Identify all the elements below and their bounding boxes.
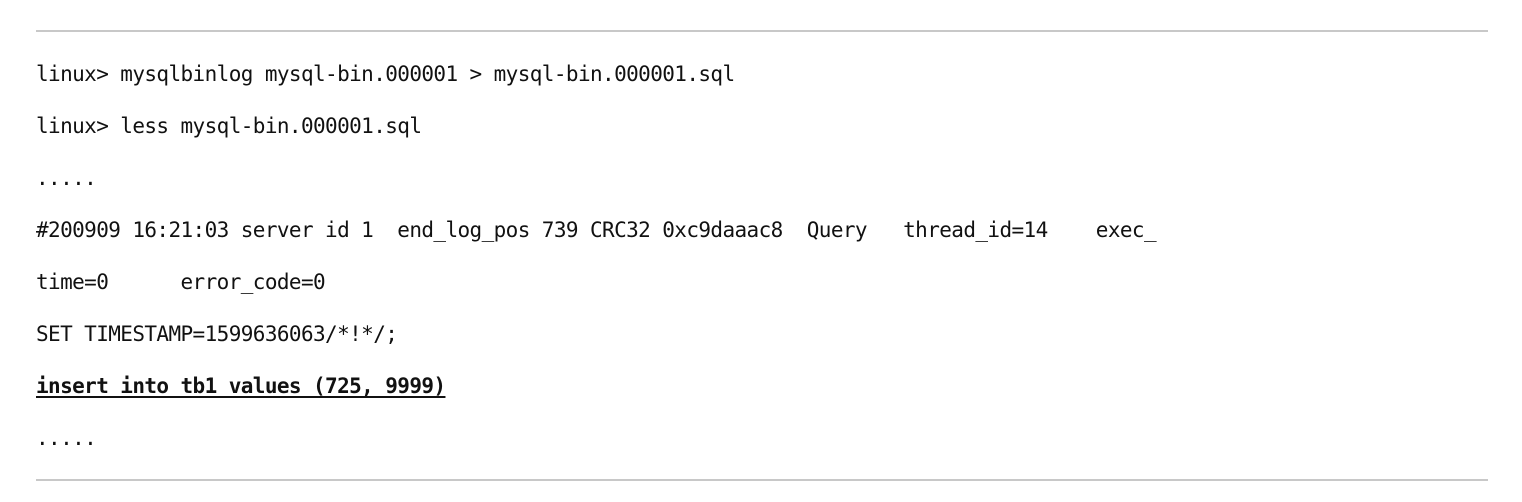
set-timestamp-statement: SET TIMESTAMP=1599636063/*!*/; (36, 322, 398, 346)
command-line-mysqlbinlog: linux> mysqlbinlog mysql-bin.000001 > my… (36, 62, 735, 86)
binlog-event-header-continued: time=0 error_code=0 (36, 270, 326, 294)
terminal-output: linux> mysqlbinlog mysql-bin.000001 > my… (36, 48, 1488, 464)
ellipsis-line-end: ..... (36, 426, 97, 450)
binlog-event-header: #200909 16:21:03 server id 1 end_log_pos… (36, 218, 1157, 242)
insert-statement-highlighted: insert into tb1 values (725, 9999) (36, 374, 446, 398)
ellipsis-line: ..... (36, 166, 97, 190)
top-divider (36, 30, 1488, 32)
command-line-less: linux> less mysql-bin.000001.sql (36, 114, 422, 138)
bottom-divider (36, 479, 1488, 481)
